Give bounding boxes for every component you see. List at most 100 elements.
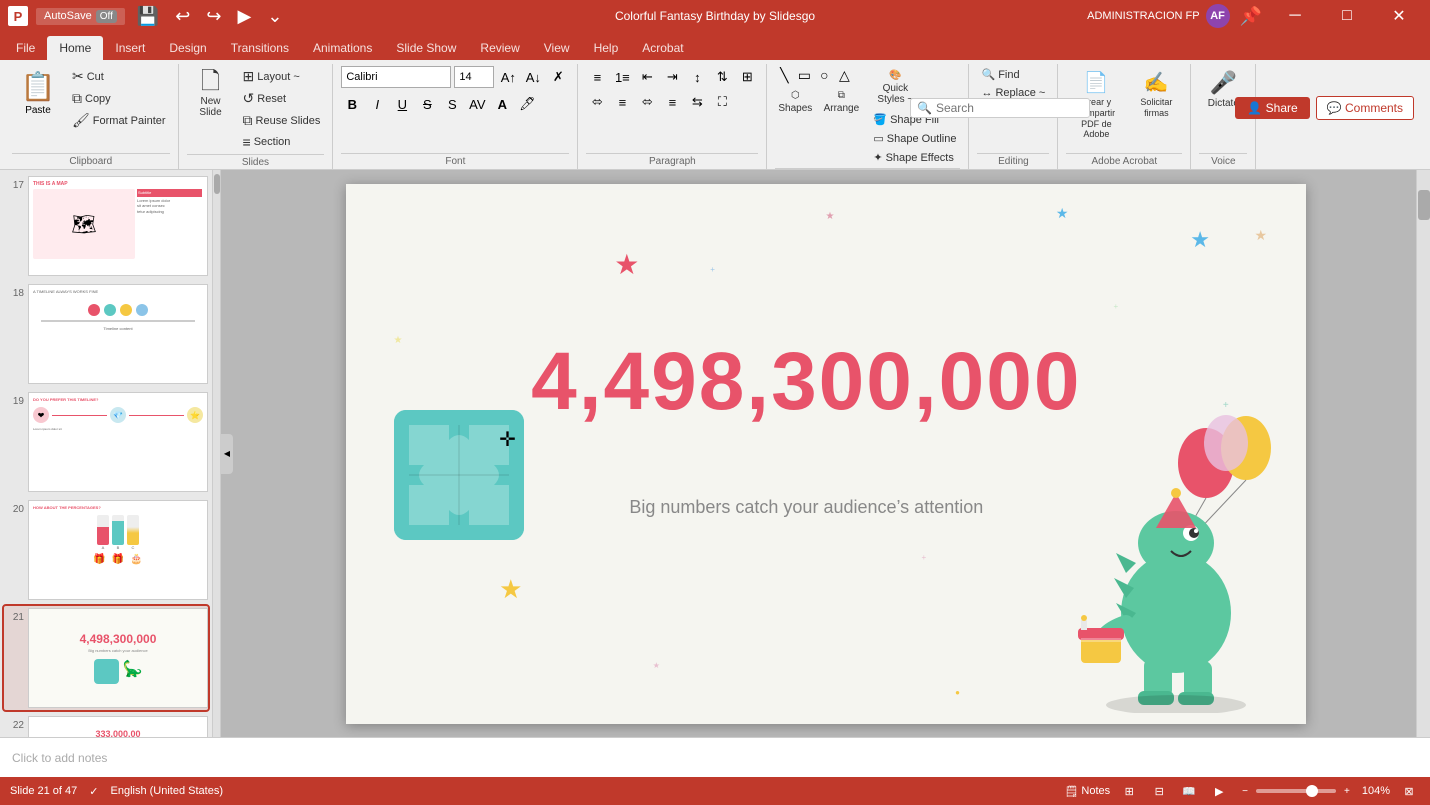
tab-insert[interactable]: Insert	[103, 36, 157, 60]
tab-acrobat[interactable]: Acrobat	[630, 36, 695, 60]
slide-panel-scrollbar[interactable]	[213, 170, 221, 737]
customize-button[interactable]: ⌄	[263, 4, 286, 29]
bold-button[interactable]: B	[341, 93, 363, 115]
slide-thumb-22[interactable]: 22 333,000.00 21h 37m 23s timer content	[4, 714, 208, 737]
reading-view-button[interactable]: 📖	[1178, 780, 1200, 802]
zoom-slider[interactable]	[1256, 789, 1336, 793]
slide-thumb-18[interactable]: 18 A TIMELINE ALWAYS WORKS FINE Timeline…	[4, 282, 208, 386]
highlight-button[interactable]: 🖊	[516, 93, 538, 115]
search-input[interactable]	[936, 101, 1083, 115]
char-spacing-button[interactable]: AV	[466, 93, 488, 115]
share-icon: 👤	[1247, 101, 1265, 115]
copy-icon: ⧉	[72, 90, 82, 107]
layout-button[interactable]: ⊞ Layout ~	[239, 66, 325, 87]
share-button[interactable]: 👤 Share	[1235, 97, 1309, 119]
tab-file[interactable]: File	[4, 36, 47, 60]
decrease-indent-button[interactable]: ⇤	[636, 66, 658, 88]
shadow-button[interactable]: S	[441, 93, 463, 115]
shape-item-line[interactable]: ╲	[775, 66, 793, 84]
zoom-minus[interactable]: −	[1242, 786, 1248, 797]
copy-button[interactable]: ⧉ Copy	[68, 88, 170, 109]
reset-button[interactable]: ↺ Reset	[239, 88, 325, 109]
numbering-button[interactable]: 1≡	[611, 66, 633, 88]
zoom-plus[interactable]: +	[1344, 786, 1350, 797]
slideshow-view-button[interactable]: ▶	[1208, 780, 1230, 802]
sign-button[interactable]: ✍ Solicitar firmas	[1130, 66, 1182, 123]
bullets-button[interactable]: ≡	[586, 66, 608, 88]
font-color-button[interactable]: A	[491, 93, 513, 115]
text-direction-button[interactable]: ⇆	[686, 91, 708, 113]
cut-button[interactable]: ✂ Cut	[68, 66, 170, 87]
avatar-initials: AF	[1210, 10, 1225, 22]
shape-item-triangle[interactable]: △	[835, 66, 853, 84]
copy-label: Copy	[85, 93, 111, 105]
paste-button[interactable]: 📋 Paste	[12, 66, 64, 120]
redo-button[interactable]: ↪	[202, 4, 225, 29]
collapse-panel-button[interactable]: ◀	[221, 434, 233, 474]
clear-format-button[interactable]: ✗	[547, 66, 569, 88]
increase-indent-button[interactable]: ⇥	[661, 66, 683, 88]
close-button[interactable]: ✕	[1376, 0, 1422, 32]
user-avatar[interactable]: AF	[1206, 4, 1230, 28]
tab-review[interactable]: Review	[468, 36, 531, 60]
autosave-toggle[interactable]: AutoSave Off	[36, 8, 125, 25]
align-center-button[interactable]: ≡	[611, 91, 633, 113]
line-spacing-button[interactable]: ↕	[686, 66, 708, 88]
tab-slideshow[interactable]: Slide Show	[384, 36, 468, 60]
strikethrough-button[interactable]: S	[416, 93, 438, 115]
decrease-font-button[interactable]: A↓	[522, 66, 544, 88]
tab-help[interactable]: Help	[582, 36, 631, 60]
align-right-button[interactable]: ⬄	[636, 91, 658, 113]
smartart-button[interactable]: ⛶	[711, 91, 733, 113]
tab-animations[interactable]: Animations	[301, 36, 384, 60]
justify-button[interactable]: ≡	[661, 91, 683, 113]
new-slide-button[interactable]: 🗋 New Slide	[187, 66, 235, 122]
canvas-scrollbar[interactable]	[1416, 170, 1430, 737]
tab-home[interactable]: Home	[47, 36, 103, 60]
dictate-icon: 🎤	[1210, 70, 1237, 96]
save-button[interactable]: 💾	[133, 4, 163, 29]
format-painter-button[interactable]: 🖌 Format Painter	[68, 110, 170, 131]
find-label: Find	[998, 69, 1019, 81]
notes-button[interactable]: 🗒 Notes	[1064, 785, 1110, 798]
shape-item-circle[interactable]: ○	[815, 66, 833, 84]
arrange-button[interactable]: ⧉ Arrange	[817, 86, 865, 118]
shape-outline-button[interactable]: ▭ Shape Outline	[869, 130, 960, 147]
paragraph-label: Paragraph	[586, 153, 758, 169]
font-group: A↑ A↓ ✗ B I U S S AV A 🖊 Font	[333, 64, 578, 169]
maximize-button[interactable]: □	[1324, 0, 1370, 32]
align-left-button[interactable]: ⬄	[586, 91, 608, 113]
shape-effects-button[interactable]: ✦ Shape Effects	[869, 149, 960, 166]
underline-button[interactable]: U	[391, 93, 413, 115]
notes-area[interactable]: Click to add notes	[0, 737, 1430, 777]
font-size-input[interactable]	[454, 66, 494, 88]
reuse-slides-button[interactable]: ⧉ Reuse Slides	[239, 110, 325, 131]
minimize-button[interactable]: ─	[1272, 0, 1318, 32]
slide-sorter-button[interactable]: ⊟	[1148, 780, 1170, 802]
tab-view[interactable]: View	[532, 36, 582, 60]
present-button[interactable]: ▶	[233, 4, 255, 29]
slide-thumb-21[interactable]: 21 4,498,300,000 Big numbers catch your …	[4, 606, 208, 710]
find-button[interactable]: 🔍 Find	[977, 66, 1023, 83]
sort-button[interactable]: ⇅	[711, 66, 733, 88]
columns-button[interactable]: ⊞	[736, 66, 758, 88]
font-name-input[interactable]	[341, 66, 451, 88]
shapes-button[interactable]: ⬡ Shapes	[775, 86, 815, 118]
slide-img-19: DO YOU PREFER THIS TIMELINE? ❤ 💎 ⭐ Lorem…	[28, 392, 208, 492]
normal-view-button[interactable]: ⊞	[1118, 780, 1140, 802]
undo-button[interactable]: ↩	[171, 4, 194, 29]
tab-design[interactable]: Design	[157, 36, 218, 60]
slide-thumb-17[interactable]: 17 THIS IS A MAP 🗺 Subtitle Lorem ipsum …	[4, 174, 208, 278]
tab-transitions[interactable]: Transitions	[219, 36, 301, 60]
puzzle-piece[interactable]	[394, 410, 524, 540]
increase-font-button[interactable]: A↑	[497, 66, 519, 88]
slide-thumb-20[interactable]: 20 HOW ABOUT THE PERCENTAGES? A B	[4, 498, 208, 602]
slide-thumb-19[interactable]: 19 DO YOU PREFER THIS TIMELINE? ❤ 💎 ⭐ Lo…	[4, 390, 208, 494]
section-button[interactable]: ≡ Section	[239, 132, 325, 152]
comments-button[interactable]: 💬 Comments	[1316, 96, 1414, 120]
paste-icon: 📋	[21, 70, 56, 103]
italic-button[interactable]: I	[366, 93, 388, 115]
fit-slide-button[interactable]: ⊠	[1398, 780, 1420, 802]
shape-item-rect[interactable]: ▭	[795, 66, 813, 84]
ribbon-pin-button[interactable]: 📌	[1236, 4, 1266, 29]
